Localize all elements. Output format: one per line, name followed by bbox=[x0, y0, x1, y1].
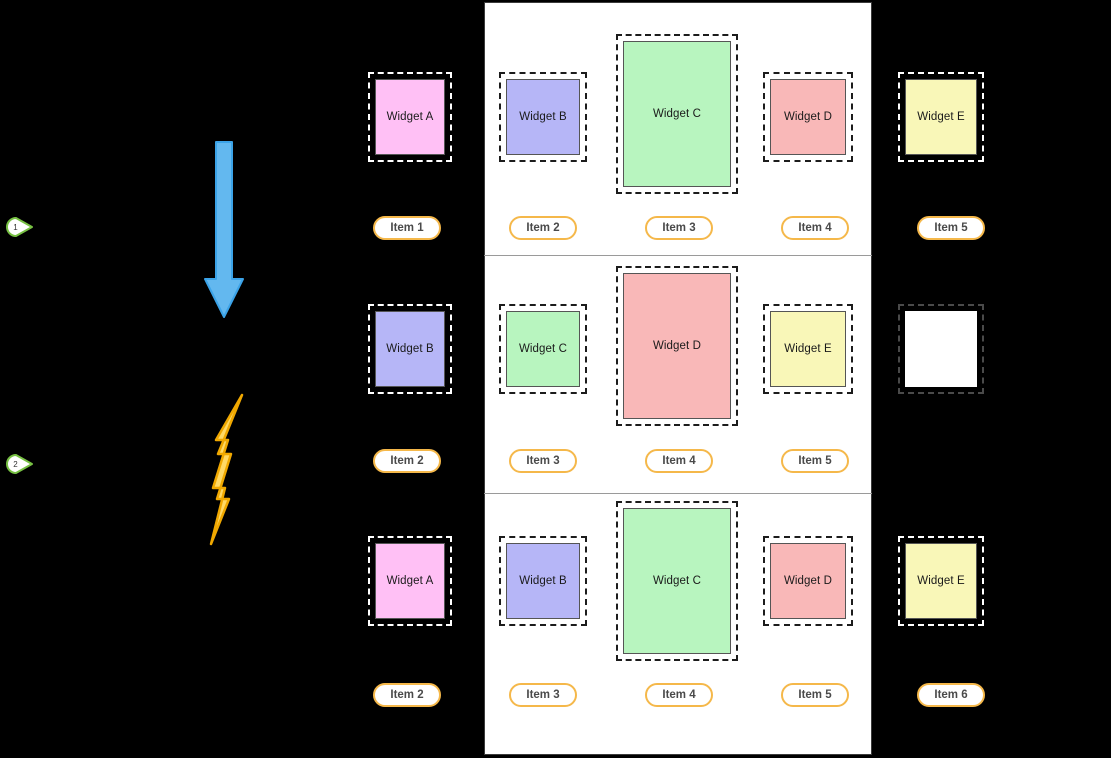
item-pill-label: Item 3 bbox=[526, 455, 560, 467]
item-pill-label: Item 3 bbox=[526, 689, 560, 701]
item-pill-label: Item 3 bbox=[662, 222, 696, 234]
step-marker-1[interactable]: 1 bbox=[6, 216, 34, 238]
item-pill-label: Item 4 bbox=[662, 455, 696, 467]
widget-label: Widget E bbox=[917, 575, 965, 587]
item-pill-label: Item 2 bbox=[526, 222, 560, 234]
widget-fill: Widget D bbox=[770, 543, 846, 619]
widget-label: Widget C bbox=[652, 575, 702, 587]
widget-box[interactable]: Widget C bbox=[499, 304, 587, 394]
item-pill[interactable]: Item 5 bbox=[781, 449, 849, 473]
widget-label: Widget B bbox=[386, 343, 434, 355]
widget-label: Widget B bbox=[519, 575, 567, 587]
item-pill[interactable]: Item 4 bbox=[645, 683, 713, 707]
item-pill[interactable]: Item 4 bbox=[781, 216, 849, 240]
empty-widget-box[interactable] bbox=[898, 304, 984, 394]
widget-label: Widget A bbox=[386, 111, 434, 123]
widget-fill: Widget A bbox=[375, 79, 445, 155]
widget-box[interactable]: Widget E bbox=[898, 72, 984, 162]
widget-fill: Widget B bbox=[506, 79, 580, 155]
widget-fill: Widget B bbox=[375, 311, 445, 387]
widget-fill: Widget D bbox=[770, 79, 846, 155]
widget-label: Widget D bbox=[783, 575, 833, 587]
item-pill[interactable]: Item 4 bbox=[645, 449, 713, 473]
item-pill[interactable]: Item 1 bbox=[373, 216, 441, 240]
widget-box[interactable]: Widget C bbox=[616, 501, 738, 661]
item-pill-label: Item 5 bbox=[934, 222, 968, 234]
item-pill-label: Item 5 bbox=[798, 455, 832, 467]
widget-label: Widget E bbox=[917, 111, 965, 123]
step-marker-2[interactable]: 2 bbox=[6, 453, 34, 475]
item-pill[interactable]: Item 3 bbox=[509, 449, 577, 473]
widget-box[interactable]: Widget B bbox=[499, 72, 587, 162]
row-divider-2 bbox=[484, 493, 872, 494]
item-pill[interactable]: Item 2 bbox=[373, 683, 441, 707]
widget-box[interactable]: Widget A bbox=[368, 536, 452, 626]
widget-fill: Widget C bbox=[506, 311, 580, 387]
marker-pin-icon bbox=[6, 217, 33, 237]
widget-box[interactable]: Widget B bbox=[368, 304, 452, 394]
row-divider-1 bbox=[484, 255, 872, 256]
widget-box[interactable]: Widget C bbox=[616, 34, 738, 194]
widget-fill: Widget E bbox=[905, 543, 977, 619]
item-pill[interactable]: Item 2 bbox=[509, 216, 577, 240]
marker-pin-icon bbox=[6, 454, 33, 474]
widget-box[interactable]: Widget E bbox=[898, 536, 984, 626]
widget-label: Widget D bbox=[652, 340, 702, 352]
widget-fill: Widget C bbox=[623, 508, 731, 654]
widget-box[interactable]: Widget E bbox=[763, 304, 853, 394]
widget-fill bbox=[905, 311, 977, 387]
widget-fill: Widget E bbox=[905, 79, 977, 155]
item-pill[interactable]: Item 3 bbox=[509, 683, 577, 707]
item-pill-label: Item 2 bbox=[390, 455, 424, 467]
item-pill[interactable]: Item 6 bbox=[917, 683, 985, 707]
widget-box[interactable]: Widget B bbox=[499, 536, 587, 626]
widget-label: Widget C bbox=[652, 108, 702, 120]
widget-fill: Widget A bbox=[375, 543, 445, 619]
widget-fill: Widget E bbox=[770, 311, 846, 387]
widget-label: Widget E bbox=[784, 343, 832, 355]
widget-label: Widget B bbox=[519, 111, 567, 123]
item-pill-label: Item 4 bbox=[798, 222, 832, 234]
down-arrow-icon bbox=[203, 140, 245, 325]
widget-fill: Widget D bbox=[623, 273, 731, 419]
item-pill-label: Item 5 bbox=[798, 689, 832, 701]
item-pill[interactable]: Item 2 bbox=[373, 449, 441, 473]
item-pill[interactable]: Item 3 bbox=[645, 216, 713, 240]
widget-label: Widget D bbox=[783, 111, 833, 123]
widget-box[interactable]: Widget A bbox=[368, 72, 452, 162]
widget-box[interactable]: Widget D bbox=[763, 72, 853, 162]
lightning-bolt-icon bbox=[198, 392, 258, 552]
diagram-canvas: 1 2 Widget A Widget B Widget C Widget D Widget… bbox=[0, 0, 1111, 758]
item-pill-label: Item 1 bbox=[390, 222, 424, 234]
widget-box[interactable]: Widget D bbox=[616, 266, 738, 426]
widget-fill: Widget C bbox=[623, 41, 731, 187]
widget-fill: Widget B bbox=[506, 543, 580, 619]
item-pill[interactable]: Item 5 bbox=[781, 683, 849, 707]
item-pill-label: Item 2 bbox=[390, 689, 424, 701]
widget-label: Widget A bbox=[386, 575, 434, 587]
item-pill-label: Item 4 bbox=[662, 689, 696, 701]
item-pill[interactable]: Item 5 bbox=[917, 216, 985, 240]
item-pill-label: Item 6 bbox=[934, 689, 968, 701]
widget-label: Widget C bbox=[518, 343, 568, 355]
widget-box[interactable]: Widget D bbox=[763, 536, 853, 626]
